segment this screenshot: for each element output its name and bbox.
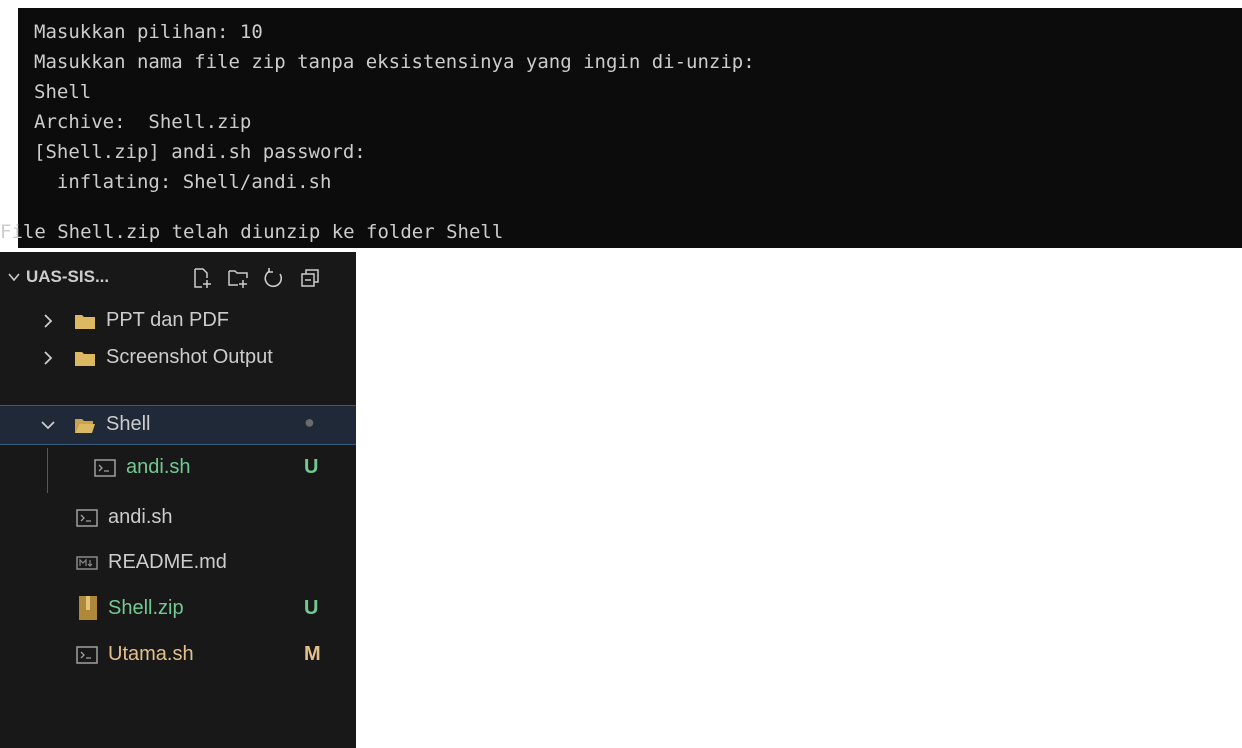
explorer-header[interactable]: UAS-SIS... [0, 252, 356, 302]
explorer-folder-shell[interactable]: Shell ● [0, 405, 356, 445]
terminal-line: Shell [34, 81, 92, 103]
explorer-file-andi-sh[interactable]: andi.sh [0, 499, 356, 536]
explorer-item-label: Utama.sh [108, 643, 194, 665]
explorer-file-shell-andi-sh[interactable]: andi.sh U [0, 449, 356, 486]
terminal-line: Archive: Shell.zip [34, 111, 252, 133]
file-explorer: UAS-SIS... PPT dan PDF Screenshot Output… [0, 252, 356, 748]
chevron-right-icon [44, 314, 53, 328]
git-status-untracked: U [304, 597, 319, 619]
collapse-all-icon[interactable] [298, 266, 322, 290]
explorer-item-label: Shell.zip [108, 597, 184, 619]
terminal-file-icon [76, 509, 98, 527]
terminal-output[interactable]: Masukkan pilihan: 10 Masukkan nama file … [0, 8, 1242, 248]
explorer-item-label: Screenshot Output [106, 346, 273, 368]
chevron-down-icon [41, 421, 55, 430]
chevron-down-icon[interactable] [6, 269, 22, 285]
explorer-file-utama-sh[interactable]: Utama.sh M [0, 636, 356, 673]
open-folder-icon [75, 419, 95, 433]
new-file-icon[interactable] [190, 266, 214, 290]
new-folder-icon[interactable] [226, 266, 250, 290]
git-status-dot: ● [304, 412, 315, 432]
terminal-line: File Shell.zip telah diunzip ke folder S… [0, 221, 504, 243]
markdown-file-icon [76, 556, 98, 570]
explorer-item-label: Shell [106, 413, 151, 435]
explorer-file-shell-zip[interactable]: Shell.zip U [0, 590, 356, 627]
git-status-modified: M [304, 643, 321, 665]
git-status-untracked: U [304, 456, 319, 478]
terminal-line: Masukkan nama file zip tanpa eksistensin… [34, 51, 755, 73]
terminal-line: Masukkan pilihan: 10 [34, 21, 263, 43]
workspace-title: UAS-SIS... [26, 267, 110, 286]
terminal-file-icon [76, 646, 98, 664]
terminal-line: inflating: Shell/andi.sh [34, 171, 332, 193]
terminal-line: [Shell.zip] andi.sh password: [34, 141, 366, 163]
zip-file-icon [79, 596, 97, 620]
explorer-item-label: andi.sh [126, 456, 191, 478]
terminal-panel[interactable]: Masukkan pilihan: 10 Masukkan nama file … [0, 0, 1242, 252]
explorer-item-label: andi.sh [108, 506, 173, 528]
terminal-file-icon [94, 459, 116, 477]
refresh-icon[interactable] [262, 266, 286, 290]
folder-icon [75, 315, 95, 329]
chevron-right-icon [44, 351, 53, 365]
explorer-item-label: PPT dan PDF [106, 309, 230, 331]
folder-icon [75, 352, 95, 366]
explorer-item-label: README.md [108, 551, 227, 573]
explorer-folder-screenshot-output[interactable]: Screenshot Output [0, 339, 356, 376]
explorer-file-readme[interactable]: README.md [0, 544, 356, 581]
explorer-folder-ppt-dan-pdf[interactable]: PPT dan PDF [0, 302, 356, 339]
